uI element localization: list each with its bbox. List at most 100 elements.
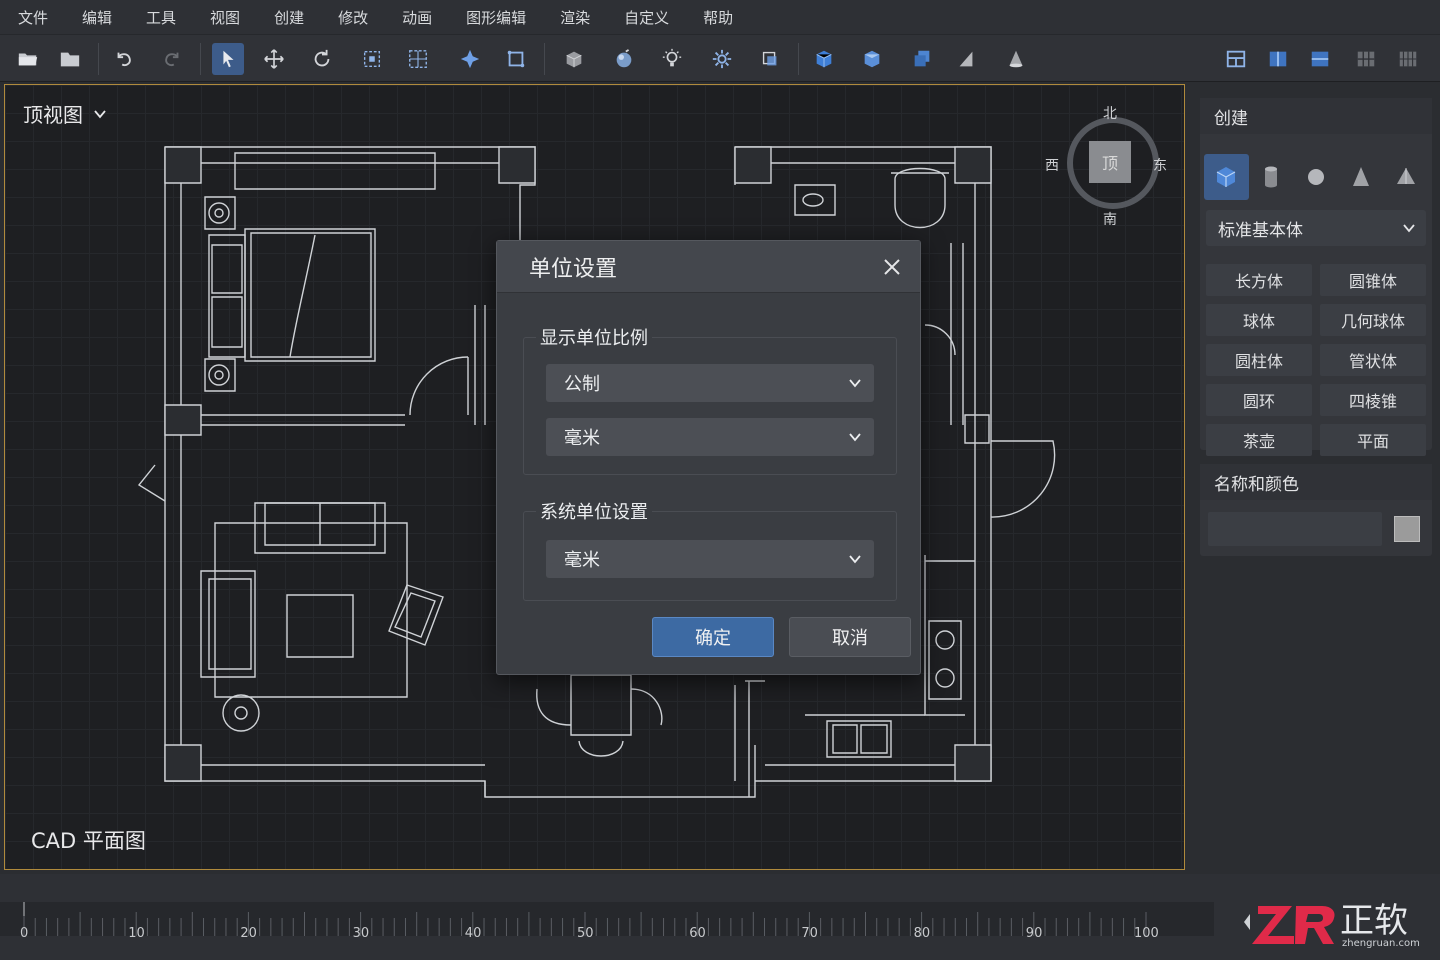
menu-item-4[interactable]: 创建 [274,7,304,28]
dialog-title-bar[interactable]: 单位设置 [497,241,920,293]
cone-icon[interactable] [1338,154,1383,200]
system-unit-group: 系统单位设置 毫米 [523,498,897,601]
viewcube[interactable]: 顶 北 南 西 东 [1045,103,1175,228]
menu-bar: 文件 编辑 工具 视图 创建 修改 动画 图形编辑 渲染 自定义 帮助 [0,0,1440,34]
layers-icon[interactable] [906,43,938,75]
open-folder-icon[interactable] [12,43,44,75]
undo-icon[interactable] [108,43,140,75]
material-sphere-icon[interactable] [608,43,640,75]
chevron-down-icon [849,379,861,388]
chevron-down-icon [849,433,861,442]
timeline: 0 10 20 30 40 50 60 70 80 90 100 正软 zhengruan.com [0,874,1440,960]
layout-grid-icon[interactable] [1350,43,1382,75]
system-unit-value: 毫米 [564,550,600,571]
object-color-swatch[interactable] [1394,516,1420,542]
timeline-tick-label: 80 [913,926,931,941]
name-color-title: 名称和颜色 [1200,464,1432,500]
system-unit-dropdown[interactable]: 毫米 [546,540,874,578]
transform-icon[interactable] [754,43,786,75]
zhengruan-logo: 正软 zhengruan.com [1244,901,1420,949]
menu-item-7[interactable]: 图形编辑 [466,7,526,28]
display-scale-dropdown[interactable]: 公制 [546,364,874,402]
cube-open-icon[interactable] [856,43,888,75]
folder-icon[interactable] [54,43,86,75]
plane-button[interactable]: 平面 [1320,424,1426,456]
units-setup-dialog: 单位设置 显示单位比例 公制 毫米 系统单位设置 毫米 确定 取消 [496,240,921,675]
box-object-icon[interactable] [558,43,590,75]
gear-icon[interactable] [706,43,738,75]
layout-quad-icon[interactable] [1392,43,1424,75]
display-unit-dropdown[interactable]: 毫米 [546,418,874,456]
menu-item-2[interactable]: 工具 [146,7,176,28]
menu-item-8[interactable]: 渲染 [560,7,590,28]
cube-blue-icon[interactable] [808,43,840,75]
timeline-tick-label: 0 [20,926,29,941]
display-unit-group: 显示单位比例 公制 毫米 [523,324,897,475]
close-icon[interactable] [882,257,902,277]
logo-chinese-text: 正软 [1340,901,1408,941]
scale-icon[interactable] [356,43,388,75]
timeline-tick-label: 20 [240,926,257,941]
cylinder-icon[interactable] [1249,154,1294,200]
timeline-tick-label: 50 [577,926,594,941]
create-panel: 创建 标准基本体 长方体 圆锥体 球体 几何球体 圆柱体 管状体 圆环 四棱锥 … [1200,98,1432,456]
chevron-down-icon [849,555,861,564]
primitive-type-value: 标准基本体 [1218,220,1303,241]
crop-icon[interactable] [500,43,532,75]
menu-item-3[interactable]: 视图 [210,7,240,28]
logo-domain-text: zhengruan.com [1342,938,1420,949]
display-unit-value: 毫米 [564,428,600,449]
create-panel-title: 创建 [1200,98,1432,134]
view-selector[interactable]: 顶视图 [23,99,107,128]
object-name-input[interactable] [1208,512,1382,546]
layout-split-icon[interactable] [1262,43,1294,75]
compass-west: 西 [1045,158,1059,174]
compass-north: 北 [1103,106,1117,122]
light-bulb-icon[interactable] [656,43,688,75]
move-icon[interactable] [258,43,290,75]
torus-button[interactable]: 圆环 [1206,384,1312,416]
teapot-button[interactable]: 茶壶 [1206,424,1312,456]
primitive-type-dropdown[interactable]: 标准基本体 [1206,210,1426,246]
geometry-cube-icon[interactable] [1204,154,1249,200]
compass-east: 东 [1153,158,1167,174]
shape-icon[interactable] [950,43,982,75]
name-color-panel: 名称和颜色 [1200,464,1432,556]
cone-button[interactable]: 圆锥体 [1320,264,1426,296]
menu-item-5[interactable]: 修改 [338,7,368,28]
redo-icon[interactable] [156,43,188,75]
chevron-down-icon [94,109,106,118]
rotate-icon[interactable] [306,43,338,75]
pyramid-button[interactable]: 四棱锥 [1320,384,1426,416]
toolbar [0,34,1440,82]
sphere-button[interactable]: 球体 [1206,304,1312,336]
menu-item-1[interactable]: 编辑 [82,7,112,28]
viewcube-top-face[interactable]: 顶 [1089,141,1131,183]
timeline-tick-label: 70 [801,926,818,941]
menu-item-9[interactable]: 自定义 [624,7,669,28]
tube-button[interactable]: 管状体 [1320,344,1426,376]
timeline-tick-label: 100 [1134,926,1159,941]
pyramid-icon[interactable] [1383,154,1428,200]
timeline-tick-label: 40 [464,926,482,941]
menu-item-10[interactable]: 帮助 [703,7,733,28]
box-button[interactable]: 长方体 [1206,264,1312,296]
ok-button[interactable]: 确定 [652,617,774,657]
snap-icon[interactable] [454,43,486,75]
cone-tool-icon[interactable] [1000,43,1032,75]
cancel-button[interactable]: 取消 [789,617,911,657]
object-type-grid: 长方体 圆锥体 球体 几何球体 圆柱体 管状体 圆环 四棱锥 茶壶 平面 [1206,264,1426,456]
shape-category-row [1204,154,1428,200]
menu-item-6[interactable]: 动画 [402,7,432,28]
layout-horizontal-icon[interactable] [1304,43,1336,75]
select-arrow-icon[interactable] [212,43,244,75]
cylinder-button[interactable]: 圆柱体 [1206,344,1312,376]
system-unit-group-title: 系统单位设置 [536,498,652,524]
region-select-icon[interactable] [402,43,434,75]
menu-item-0[interactable]: 文件 [18,7,48,28]
plan-label: CAD 平面图 [31,829,146,853]
layout-single-icon[interactable] [1220,43,1252,75]
sphere-icon[interactable] [1294,154,1339,200]
timeline-tick-label: 60 [689,926,706,941]
geosphere-button[interactable]: 几何球体 [1320,304,1426,336]
